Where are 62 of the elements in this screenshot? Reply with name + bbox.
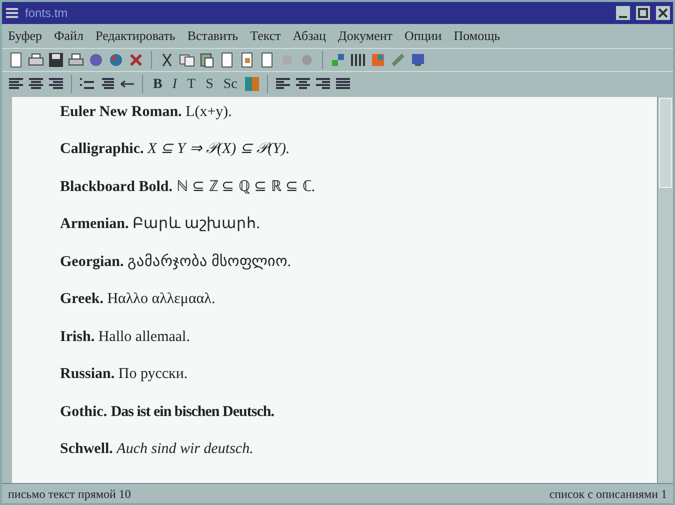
sample-text: Բարև աշխարհ. (132, 216, 260, 232)
maximize-icon[interactable] (636, 6, 650, 20)
font-name: Armenian. (60, 216, 129, 232)
printer-icon[interactable] (68, 52, 84, 68)
sample-text: Hallo allemaal. (98, 328, 190, 344)
font-name: Russian. (60, 366, 115, 382)
new-document-icon[interactable] (8, 52, 24, 68)
copy-icon[interactable] (179, 52, 195, 68)
sample-text: გამარჯობა მსოფლიო. (128, 254, 291, 270)
paste-icon[interactable] (199, 52, 215, 68)
document-icon[interactable] (239, 52, 255, 68)
align-left-icon[interactable] (275, 76, 292, 92)
menu-item[interactable]: Абзац (292, 26, 326, 46)
close-icon[interactable] (656, 6, 670, 20)
status-text: список с описаниями 1 (549, 486, 667, 502)
format-button[interactable]: Sc (220, 74, 240, 94)
menu-item[interactable]: Опции (404, 26, 442, 46)
sample-text: ℕ ⊆ ℤ ⊆ ℚ ⊆ ℝ ⊆ ℂ. (176, 178, 316, 194)
save-icon[interactable] (48, 52, 64, 68)
menu-item[interactable]: Помощь (454, 26, 500, 46)
minimize-icon[interactable] (616, 6, 630, 20)
menu-item[interactable]: Документ (338, 26, 392, 46)
window-menu-icon[interactable] (5, 6, 19, 20)
align-right-icon[interactable] (48, 76, 64, 92)
sample-text: L(x+y). (186, 104, 232, 120)
color-icon[interactable] (244, 76, 260, 92)
align-center-icon[interactable] (295, 76, 312, 92)
sample-text: Das ist ein bischen Deutsch. (110, 404, 274, 420)
sample-text: Ηαλλο αλλεμααλ. (107, 291, 216, 307)
justify-icon[interactable] (335, 76, 352, 92)
align-left-icon[interactable] (8, 76, 24, 92)
sample-text: По русски. (118, 366, 188, 382)
list-icon[interactable] (79, 76, 95, 92)
stop-icon[interactable] (128, 52, 144, 68)
format-button[interactable]: B (150, 74, 166, 94)
format-button[interactable]: S (202, 74, 216, 94)
document-icon[interactable] (219, 52, 235, 68)
printer-icon[interactable] (28, 52, 44, 68)
sample-text: X ⊆ Y ⇒ 𝒫(X) ⊆ 𝒫(Y). (148, 141, 290, 157)
font-name: Georgian. (60, 254, 124, 270)
font-name: Schwell. (60, 441, 113, 457)
font-name: Blackboard Bold. (60, 178, 173, 194)
font-name: Euler New Roman. (60, 104, 182, 120)
menu-item[interactable]: Буфер (8, 26, 42, 46)
monitor-icon[interactable] (410, 52, 426, 68)
align-center-icon[interactable] (28, 76, 44, 92)
menu-item[interactable]: Файл (54, 26, 84, 46)
font-name: Irish. (60, 328, 95, 344)
status-text: письмо текст прямой 10 (8, 486, 131, 502)
menu-item[interactable]: Текст (250, 26, 281, 46)
document-icon[interactable] (259, 52, 275, 68)
font-name: Greek. (60, 291, 104, 307)
format-button[interactable]: I (169, 74, 180, 94)
scrollbar[interactable] (657, 96, 673, 483)
format-button[interactable]: T (184, 74, 199, 94)
align-right-icon[interactable] (315, 76, 332, 92)
menu-item[interactable]: Вставить (187, 26, 238, 46)
window-title: fonts.tm (25, 5, 68, 22)
menu-item[interactable]: Редактировать (96, 26, 176, 46)
font-name: Calligraphic. (60, 141, 144, 157)
font-name: Gothic. (60, 404, 108, 420)
sample-text: Auch sind wir deutsch. (116, 441, 254, 457)
